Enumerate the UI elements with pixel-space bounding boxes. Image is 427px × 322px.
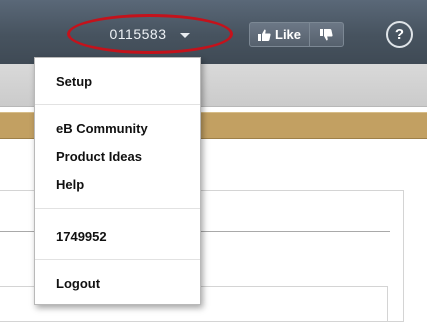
thumbs-up-icon xyxy=(258,29,271,41)
help-icon[interactable]: ? xyxy=(386,21,413,48)
menu-item-product-ideas[interactable]: Product Ideas xyxy=(56,149,142,164)
like-button[interactable]: Like xyxy=(250,23,309,46)
menu-item-help[interactable]: Help xyxy=(56,177,84,192)
menu-separator xyxy=(35,104,200,105)
annotation-highlight-ring xyxy=(67,14,233,54)
help-glyph: ? xyxy=(394,26,405,43)
menu-separator xyxy=(35,259,200,260)
top-navigation-bar: 0115583 Like ? xyxy=(0,0,427,64)
like-label: Like xyxy=(275,27,302,42)
menu-item-user-id[interactable]: 1749952 xyxy=(56,229,107,244)
menu-separator xyxy=(35,208,200,209)
like-button-group: Like xyxy=(249,22,345,47)
dislike-button[interactable] xyxy=(309,23,343,46)
menu-item-logout[interactable]: Logout xyxy=(56,276,100,291)
menu-item-eb-community[interactable]: eB Community xyxy=(56,121,148,136)
thumbs-down-icon xyxy=(320,28,333,40)
menu-item-setup[interactable]: Setup xyxy=(56,74,92,89)
account-dropdown-menu: Setup eB Community Product Ideas Help 17… xyxy=(34,57,201,305)
